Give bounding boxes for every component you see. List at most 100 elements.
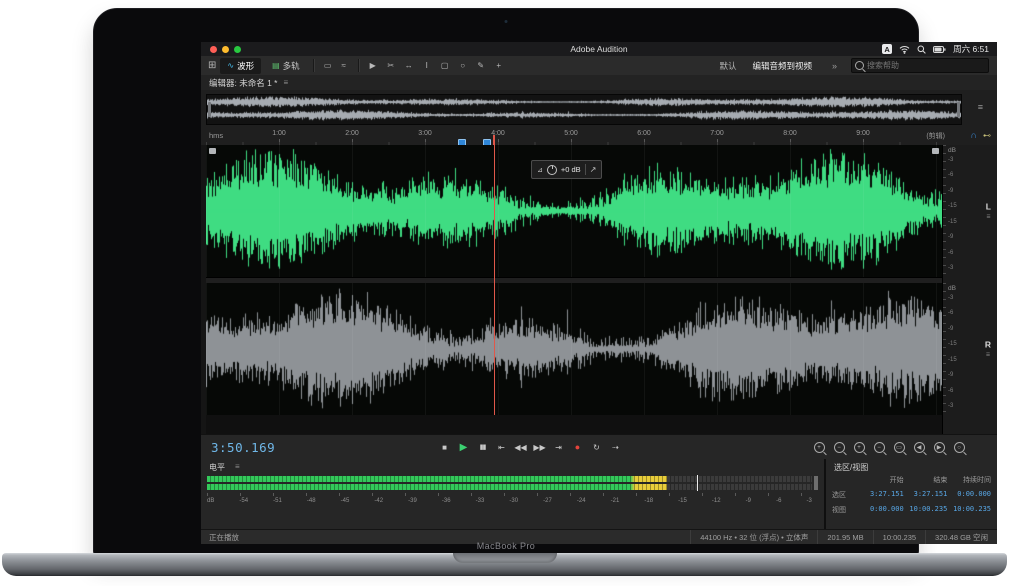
time-display[interactable]: 3:50.169 (211, 440, 275, 455)
toolbar-separator (358, 59, 359, 72)
overview-left-handle[interactable] (208, 102, 211, 117)
input-source-icon[interactable]: A (882, 44, 892, 54)
macbook-bezel: Adobe Audition A 周六 6:51 ⊞ ∿ 波形 ▤ (93, 8, 919, 557)
stop[interactable]: ■ (436, 439, 453, 456)
zoom-to-selection[interactable]: ▭ (891, 440, 907, 455)
zoom-selection-in-point[interactable]: ◀ (911, 440, 927, 455)
amplitude-ticks (943, 283, 946, 415)
amplitude-ruler-right: dB -3-6-9-15-15-9-6-3 R ≡ (943, 283, 997, 415)
level-meter-top[interactable] (207, 476, 812, 482)
spectral-display-toggle[interactable]: ≈ (336, 58, 352, 73)
channel-selector-chip-right[interactable] (932, 148, 939, 154)
gain-value[interactable]: +0 dB (561, 165, 581, 174)
overview-waveform[interactable] (206, 94, 962, 125)
overview-right-handle[interactable] (957, 102, 960, 117)
level-meter-bottom[interactable] (207, 484, 812, 490)
bottom-panels: 电平 ≡ d (201, 459, 997, 529)
pin-icon[interactable]: ↗ (590, 165, 597, 174)
spot-healing-brush-tool[interactable]: + (491, 58, 507, 73)
overview-menu-icon[interactable]: ≡ (978, 102, 983, 112)
multitrack-mode-label: 多轨 (283, 60, 300, 72)
overview-waveform-canvas[interactable] (207, 95, 961, 122)
time-display-toggle[interactable]: ▭ (320, 58, 336, 73)
clip-indicator[interactable] (814, 476, 818, 490)
right-channel-tag[interactable]: R ≡ (985, 340, 991, 359)
skip-selection[interactable]: ⇢ (607, 439, 624, 456)
zoom-selection-out-point[interactable]: ▶ (931, 440, 947, 455)
workspace-grid-icon[interactable]: ⊞ (208, 60, 216, 71)
audition-toolbar: ⊞ ∿ 波形 ▤ 多轨 ▭≈ ▶✂↔I▢○✎+ 默认 编辑音频到视频 » (201, 56, 997, 76)
view-end[interactable]: 10:00.235 (904, 505, 948, 515)
selection-end[interactable]: 3:27.151 (904, 490, 948, 500)
workspace-overflow-button[interactable]: » (832, 61, 837, 71)
channel-menu-icon[interactable]: ≡ (986, 214, 991, 221)
gain-hud[interactable]: ⊿ +0 dB ↗ (531, 160, 602, 179)
macos-screen: Adobe Audition A 周六 6:51 ⊞ ∿ 波形 ▤ (201, 42, 997, 544)
amplitude-scale: -3-6-9-15-15-9-6-3 (948, 157, 957, 271)
move-tool[interactable]: ▶ (365, 58, 381, 73)
view-start[interactable]: 0:00.000 (860, 505, 904, 515)
selection-duration[interactable]: 0:00.000 (947, 490, 991, 500)
editor-panel-header[interactable]: 编辑器: 未命名 1 * ≡ (201, 75, 997, 91)
wifi-icon[interactable] (899, 45, 910, 54)
page: Adobe Audition A 周六 6:51 ⊞ ∿ 波形 ▤ (0, 0, 1009, 586)
panel-menu-icon[interactable]: ≡ (283, 78, 288, 87)
channel-selector-chip-left[interactable] (209, 148, 216, 154)
time-selection-tool[interactable]: I (419, 58, 435, 73)
paintbrush-selection-tool[interactable]: ✎ (473, 58, 489, 73)
play[interactable]: ▶ (455, 439, 472, 456)
level-scale-numbers: dB -54-51-48-45-42-39-36-33-30-27-24-21-… (207, 498, 812, 504)
transport-bar: 3:50.169 ■▶▮▮⇤◀◀▶▶⇥●↻⇢ +−+−▭◀▶○ (201, 434, 997, 460)
marquee-selection-tool[interactable]: ▢ (437, 58, 453, 73)
lasso-selection-tool[interactable]: ○ (455, 58, 471, 73)
gain-knob-icon[interactable] (547, 165, 557, 175)
loop[interactable]: ↻ (588, 439, 605, 456)
ruler-clip-label: (剪辑) (926, 131, 945, 141)
below-wave-strip (206, 415, 942, 434)
rewind[interactable]: ◀◀ (512, 439, 529, 456)
monitor-icon[interactable]: ∩ (971, 130, 978, 140)
selection-view-panel: 选区/视图 开始 结束 持续时间 选区 3:27.151 3:27.151 0:… (826, 459, 997, 529)
macbook-lid-notch (453, 553, 557, 563)
channel-menu-icon[interactable]: ≡ (985, 352, 991, 359)
amplitude-ruler[interactable]: dB -3-6-9-15-15-9-6-3 L ≡ dB -3-6-9-15-1… (942, 145, 997, 434)
selection-start[interactable]: 3:27.151 (860, 490, 904, 500)
zoom-in-time[interactable]: + (811, 440, 827, 455)
search-help-input[interactable] (851, 58, 989, 73)
waveform-mode-button[interactable]: ∿ 波形 (220, 58, 261, 74)
panel-menu-icon[interactable]: ≡ (235, 462, 240, 471)
battery-icon[interactable] (933, 46, 946, 53)
playhead-line[interactable] (494, 145, 495, 415)
skip-to-end[interactable]: ⇥ (550, 439, 567, 456)
zoom-out-amplitude[interactable]: − (871, 440, 887, 455)
workspace-default-button[interactable]: 默认 (719, 60, 736, 72)
left-channel-tag[interactable]: L ≡ (986, 202, 991, 221)
razor-tool[interactable]: ✂ (383, 58, 399, 73)
selection-view-title: 选区/视图 (834, 462, 868, 473)
key-icon[interactable]: ⊷ (983, 131, 991, 140)
zoom-in-amplitude[interactable]: + (851, 440, 867, 455)
playhead-handle[interactable] (493, 135, 495, 145)
multitrack-mode-button[interactable]: ▤ 多轨 (265, 58, 307, 74)
transport-buttons: ■▶▮▮⇤◀◀▶▶⇥●↻⇢ (436, 435, 624, 460)
hud-separator (585, 164, 586, 175)
view-duration[interactable]: 10:00.235 (947, 505, 991, 515)
workspace-edit-av-button[interactable]: 编辑音频到视频 (752, 60, 812, 72)
col-end: 结束 (904, 475, 948, 485)
fast-forward[interactable]: ▶▶ (531, 439, 548, 456)
record[interactable]: ● (569, 439, 586, 456)
waveform-view[interactable]: ⊿ +0 dB ↗ (206, 145, 942, 434)
skip-to-start[interactable]: ⇤ (493, 439, 510, 456)
zoom-out-full[interactable]: ○ (951, 440, 967, 455)
zoom-out-time[interactable]: − (831, 440, 847, 455)
amplitude-scale: -3-6-9-15-15-9-6-3 (948, 295, 957, 409)
level-scale: dB -54-51-48-45-42-39-36-33-30-27-24-21-… (207, 493, 812, 504)
slip-tool[interactable]: ↔ (401, 58, 417, 73)
right-channel-lane[interactable] (206, 283, 942, 415)
timeline-ruler[interactable]: hms 1:002:003:004:005:006:007:008:009:00… (201, 127, 997, 146)
menubar-clock[interactable]: 周六 6:51 (953, 43, 989, 55)
search-icon (855, 61, 864, 70)
pause[interactable]: ▮▮ (474, 439, 491, 456)
editor-tab-title[interactable]: 编辑器: 未命名 1 * (209, 77, 277, 89)
spotlight-icon[interactable] (917, 45, 926, 54)
